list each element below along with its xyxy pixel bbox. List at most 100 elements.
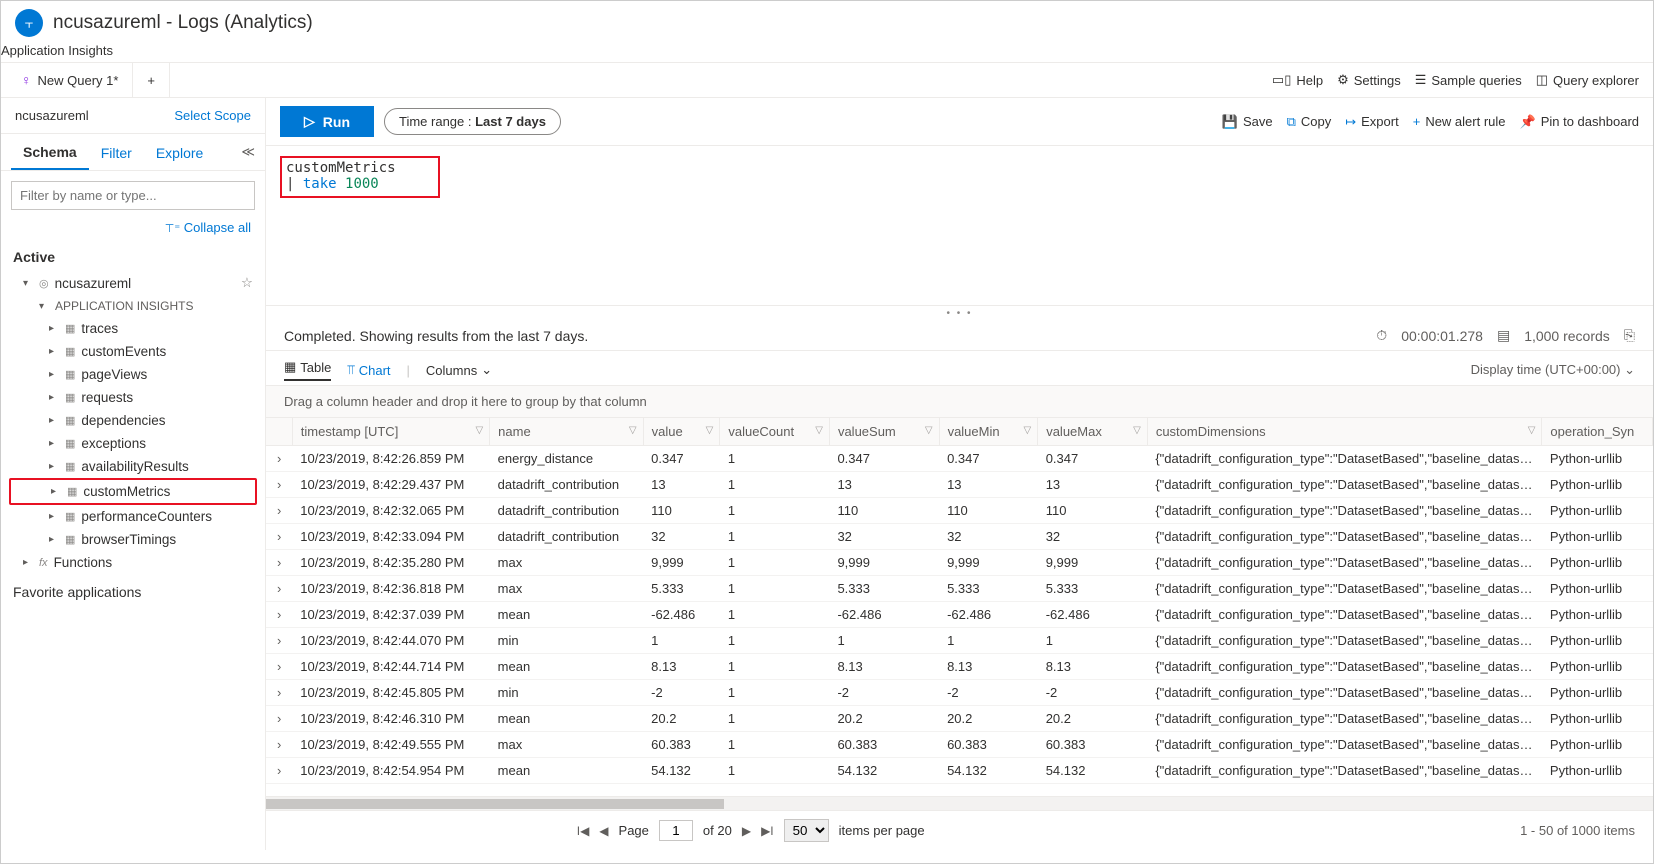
- horizontal-scrollbar[interactable]: [266, 796, 1653, 810]
- new-alert-button[interactable]: +New alert rule: [1413, 114, 1506, 130]
- expand-row-icon[interactable]: ›: [266, 446, 292, 472]
- tree-item-exceptions[interactable]: ▸▦exceptions: [9, 432, 257, 455]
- first-page-button[interactable]: I◀: [577, 824, 590, 838]
- new-tab-button[interactable]: +: [133, 63, 170, 97]
- next-page-button[interactable]: ▶: [742, 824, 751, 838]
- tree-item-traces[interactable]: ▸▦traces: [9, 317, 257, 340]
- expand-row-icon[interactable]: ›: [266, 654, 292, 680]
- tree-root[interactable]: ▾◎ncusazureml☆: [9, 271, 257, 295]
- tree-item-customEvents[interactable]: ▸▦customEvents: [9, 340, 257, 363]
- columns-picker[interactable]: Columns ⌄: [426, 362, 492, 378]
- export-icon: ↦: [1345, 114, 1356, 130]
- table-row[interactable]: ›10/23/2019, 8:42:54.954 PMmean54.132154…: [266, 758, 1653, 784]
- table-icon: ▦: [65, 533, 75, 546]
- tree-item-dependencies[interactable]: ▸▦dependencies: [9, 409, 257, 432]
- table-row[interactable]: ›10/23/2019, 8:42:33.094 PMdatadrift_con…: [266, 524, 1653, 550]
- tree-item-pageViews[interactable]: ▸▦pageViews: [9, 363, 257, 386]
- splitter-handle[interactable]: • • •: [266, 306, 1653, 321]
- explorer-icon: ◫: [1536, 72, 1548, 88]
- settings-button[interactable]: ⚙Settings: [1337, 72, 1401, 88]
- chart-view-tab[interactable]: ⫪Chart: [347, 362, 390, 378]
- schema-tab[interactable]: Schema: [11, 134, 89, 170]
- page-size-select[interactable]: 50: [784, 819, 829, 842]
- table-row[interactable]: ›10/23/2019, 8:42:46.310 PMmean20.2120.2…: [266, 706, 1653, 732]
- save-button[interactable]: 💾Save: [1222, 114, 1273, 130]
- pin-icon: 📌: [1520, 114, 1536, 130]
- query-explorer-button[interactable]: ◫Query explorer: [1536, 72, 1639, 88]
- expand-row-icon[interactable]: ›: [266, 524, 292, 550]
- table-row[interactable]: ›10/23/2019, 8:42:29.437 PMdatadrift_con…: [266, 472, 1653, 498]
- help-button[interactable]: ▭▯Help: [1272, 72, 1323, 88]
- explore-tab[interactable]: Explore: [144, 135, 215, 169]
- table-icon: ▦: [65, 368, 75, 381]
- expand-row-icon[interactable]: ›: [266, 602, 292, 628]
- col-operation[interactable]: operation_Syn: [1542, 418, 1653, 446]
- query-editor[interactable]: customMetrics | take 1000: [266, 146, 1653, 306]
- col-valuecount[interactable]: valueCount▽: [720, 418, 830, 446]
- table-row[interactable]: ›10/23/2019, 8:42:32.065 PMdatadrift_con…: [266, 498, 1653, 524]
- expand-row-icon[interactable]: ›: [266, 498, 292, 524]
- chart-icon: ⫪: [347, 362, 354, 378]
- tree-item-availabilityResults[interactable]: ▸▦availabilityResults: [9, 455, 257, 478]
- expand-row-icon[interactable]: ›: [266, 758, 292, 784]
- list-icon: ☰: [1415, 72, 1427, 88]
- tree-group[interactable]: ▾APPLICATION INSIGHTS: [9, 295, 257, 317]
- tree-item-customMetrics[interactable]: ▸▦customMetrics: [9, 478, 257, 505]
- table-row[interactable]: ›10/23/2019, 8:42:44.070 PMmin11111{"dat…: [266, 628, 1653, 654]
- col-value[interactable]: value▽: [643, 418, 720, 446]
- last-page-button[interactable]: ▶I: [761, 824, 774, 838]
- expand-row-icon[interactable]: ›: [266, 732, 292, 758]
- select-scope-link[interactable]: Select Scope: [174, 108, 251, 123]
- expand-row-icon[interactable]: ›: [266, 550, 292, 576]
- copy-results-icon[interactable]: ⎘: [1624, 327, 1635, 344]
- table-row[interactable]: ›10/23/2019, 8:42:36.818 PMmax5.33315.33…: [266, 576, 1653, 602]
- tree-functions[interactable]: ▸fxFunctions: [9, 551, 257, 574]
- col-name[interactable]: name▽: [490, 418, 643, 446]
- export-button[interactable]: ↦Export: [1345, 114, 1398, 130]
- save-icon: 💾: [1222, 114, 1238, 130]
- run-button[interactable]: ▷Run: [280, 106, 374, 137]
- expand-row-icon[interactable]: ›: [266, 706, 292, 732]
- table-icon: ▦: [65, 391, 75, 404]
- tree-item-performanceCounters[interactable]: ▸▦performanceCounters: [9, 505, 257, 528]
- col-valuesum[interactable]: valueSum▽: [829, 418, 939, 446]
- table-row[interactable]: ›10/23/2019, 8:42:26.859 PMenergy_distan…: [266, 446, 1653, 472]
- page-number-input[interactable]: [659, 820, 693, 841]
- table-view-tab[interactable]: ▦Table: [284, 359, 331, 381]
- favorite-star-icon[interactable]: ☆: [241, 275, 253, 291]
- collapse-sidebar-icon[interactable]: ≪: [241, 144, 255, 160]
- table-icon: ▦: [65, 437, 75, 450]
- expand-row-icon[interactable]: ›: [266, 628, 292, 654]
- display-time-picker[interactable]: Display time (UTC+00:00) ⌄: [1471, 362, 1635, 378]
- table-row[interactable]: ›10/23/2019, 8:42:44.714 PMmean8.1318.13…: [266, 654, 1653, 680]
- collapse-all-link[interactable]: ⊤⁼ Collapse all: [1, 220, 265, 243]
- col-valuemin[interactable]: valueMin▽: [939, 418, 1038, 446]
- schema-search-input[interactable]: [11, 181, 255, 210]
- col-valuemax[interactable]: valueMax▽: [1038, 418, 1148, 446]
- sample-queries-button[interactable]: ☰Sample queries: [1415, 72, 1522, 88]
- table-row[interactable]: ›10/23/2019, 8:42:49.555 PMmax60.383160.…: [266, 732, 1653, 758]
- pin-button[interactable]: 📌Pin to dashboard: [1520, 114, 1639, 130]
- expand-row-icon[interactable]: ›: [266, 680, 292, 706]
- table-row[interactable]: ›10/23/2019, 8:42:45.805 PMmin-21-2-2-2{…: [266, 680, 1653, 706]
- filter-icon[interactable]: ▽: [475, 425, 483, 436]
- gear-icon: ⚙: [1337, 72, 1349, 88]
- table-icon: ▦: [65, 460, 75, 473]
- active-section-label: Active: [1, 243, 265, 271]
- prev-page-button[interactable]: ◀: [599, 824, 608, 838]
- tree-item-requests[interactable]: ▸▦requests: [9, 386, 257, 409]
- table-row[interactable]: ›10/23/2019, 8:42:35.280 PMmax9,99919,99…: [266, 550, 1653, 576]
- app-insights-logo-icon: ⫟: [15, 9, 43, 37]
- time-range-picker[interactable]: Time range : Last 7 days: [384, 108, 561, 135]
- col-customdimensions[interactable]: customDimensions▽: [1147, 418, 1542, 446]
- col-timestamp[interactable]: timestamp [UTC]▽: [292, 418, 489, 446]
- filter-tab[interactable]: Filter: [89, 135, 144, 169]
- group-by-drop-zone[interactable]: Drag a column header and drop it here to…: [266, 386, 1653, 418]
- tree-item-browserTimings[interactable]: ▸▦browserTimings: [9, 528, 257, 551]
- expand-row-icon[interactable]: ›: [266, 576, 292, 602]
- query-tab[interactable]: ♀ New Query 1*: [7, 63, 133, 97]
- expand-row-icon[interactable]: ›: [266, 472, 292, 498]
- copy-button[interactable]: ⧉Copy: [1287, 114, 1332, 130]
- results-status: Completed. Showing results from the last…: [284, 328, 588, 344]
- table-row[interactable]: ›10/23/2019, 8:42:37.039 PMmean-62.4861-…: [266, 602, 1653, 628]
